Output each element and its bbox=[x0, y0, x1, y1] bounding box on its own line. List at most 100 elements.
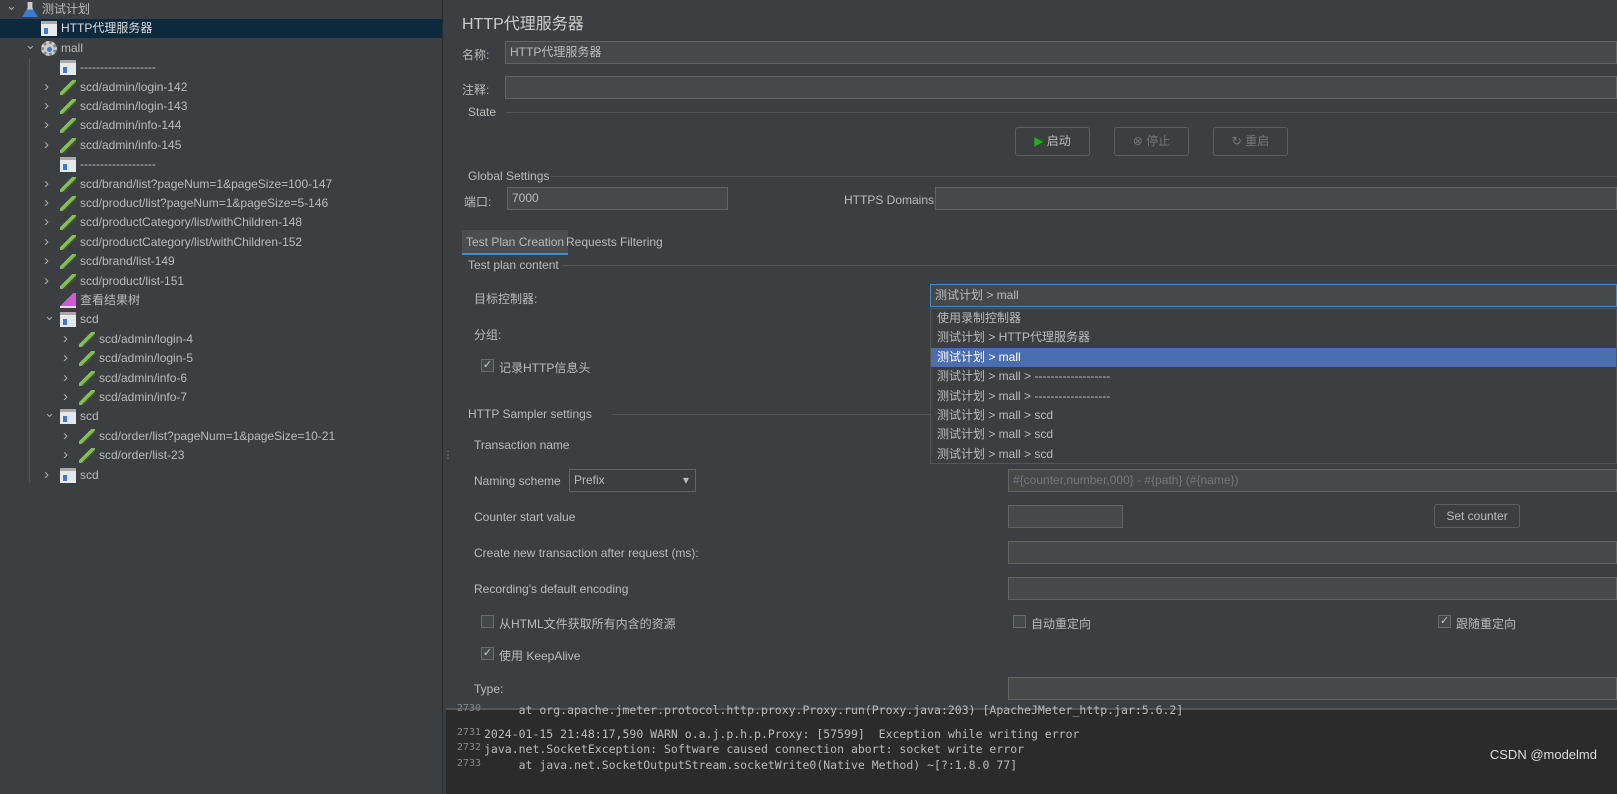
target-controller-dropdown[interactable]: 使用录制控制器 测试计划 > HTTP代理服务器 测试计划 > mall 测试计划 >… bbox=[930, 308, 1617, 464]
fetch-resources-label: 从HTML文件获取所有内含的资源 bbox=[499, 617, 676, 631]
tree-item[interactable]: › scd/admin/info-6 bbox=[0, 369, 442, 388]
tree-item[interactable]: › scd/brand/list?pageNum=1&pageSize=100-1… bbox=[0, 175, 442, 194]
new-transaction-label: Create new transaction after request (ms… bbox=[474, 546, 699, 560]
test-plan-tree[interactable]: ⌄ 测试计划 HTTP代理服务器 ⌄ mall ------------------- › s… bbox=[0, 0, 442, 794]
chevron-right-icon[interactable]: › bbox=[44, 174, 54, 193]
port-input[interactable]: 7000 bbox=[507, 187, 728, 210]
dropdown-option[interactable]: 使用录制控制器 bbox=[931, 309, 1616, 328]
tree-item[interactable]: HTTP代理服务器 bbox=[0, 19, 442, 39]
chevron-right-icon[interactable]: › bbox=[44, 77, 54, 96]
tree-item-label: scd bbox=[80, 312, 99, 327]
type-input[interactable] bbox=[1008, 677, 1617, 700]
stop-button[interactable]: ⊗ 停止 bbox=[1114, 127, 1189, 156]
comment-input[interactable] bbox=[505, 76, 1617, 99]
chevron-right-icon[interactable]: › bbox=[63, 368, 73, 387]
tree-item[interactable]: 查看结果树 bbox=[0, 291, 442, 310]
record-headers-checkbox[interactable]: ✓ bbox=[481, 359, 494, 372]
tree-item[interactable]: › scd/admin/login-143 bbox=[0, 97, 442, 116]
auto-redirect-checkbox[interactable] bbox=[1013, 615, 1026, 628]
tree-item-label: scd/admin/login-5 bbox=[99, 351, 194, 366]
tree-item[interactable]: › scd/order/list-23 bbox=[0, 446, 442, 465]
pipette-icon bbox=[60, 254, 76, 270]
flask-icon bbox=[22, 2, 38, 17]
tree-item[interactable]: › scd/admin/login-142 bbox=[0, 78, 442, 97]
tree-item-label: scd/product/list-151 bbox=[80, 273, 185, 288]
dropdown-option[interactable]: 测试计划 > mall > scd bbox=[931, 406, 1616, 425]
naming-scheme-select[interactable]: Prefix ▾ bbox=[569, 469, 696, 492]
dropdown-option[interactable]: 测试计划 > mall > scd bbox=[931, 425, 1616, 444]
tree-item[interactable]: › scd/order/list?pageNum=1&pageSize=10-21 bbox=[0, 427, 442, 446]
set-counter-button[interactable]: Set counter bbox=[1434, 504, 1520, 528]
log-line: 2024-01-15 21:48:17,590 WARN o.a.j.p.h.p… bbox=[484, 726, 1080, 741]
chevron-right-icon[interactable]: › bbox=[63, 445, 73, 464]
encoding-input[interactable] bbox=[1008, 577, 1617, 600]
chevron-right-icon[interactable]: › bbox=[63, 387, 73, 406]
chevron-down-icon[interactable]: ⌄ bbox=[44, 403, 55, 422]
tree-item-label: scd/admin/info-145 bbox=[80, 137, 182, 152]
tree-item[interactable]: › scd/admin/login-4 bbox=[0, 330, 442, 349]
pipette-icon bbox=[60, 273, 76, 289]
tree-item-label: mall bbox=[61, 40, 84, 55]
chevron-down-icon[interactable]: ⌄ bbox=[25, 35, 36, 54]
dropdown-option[interactable]: 测试计划 > mall > ------------------- bbox=[931, 387, 1616, 406]
tree-item[interactable]: › scd/admin/info-145 bbox=[0, 136, 442, 155]
chevron-right-icon[interactable]: › bbox=[44, 465, 54, 484]
controller-icon bbox=[60, 60, 76, 76]
log-panel[interactable]: 2730 at org.apache.jmeter.protocol.http.… bbox=[446, 703, 1617, 794]
fetch-resources-checkbox[interactable] bbox=[481, 615, 494, 628]
pipette-icon bbox=[60, 176, 76, 192]
tree-item[interactable]: ⌄ mall bbox=[0, 37, 442, 58]
keepalive-checkbox[interactable]: ✓ bbox=[481, 647, 494, 660]
tree-item[interactable]: › scd/product/list?pageNum=1&pageSize=5-1… bbox=[0, 194, 442, 213]
controller-icon bbox=[60, 157, 76, 173]
restart-button[interactable]: ↻ 重启 bbox=[1213, 127, 1288, 156]
follow-redirect-checkbox[interactable]: ✓ bbox=[1438, 615, 1451, 628]
dropdown-option[interactable]: 测试计划 > HTTP代理服务器 bbox=[931, 328, 1616, 347]
https-domains-label: HTTPS Domains: bbox=[844, 193, 938, 207]
pipette-icon bbox=[79, 370, 95, 386]
chevron-right-icon[interactable]: › bbox=[44, 212, 54, 231]
tree-item[interactable]: ------------------- bbox=[0, 58, 442, 77]
tree-item[interactable]: › scd bbox=[0, 466, 442, 485]
tree-item[interactable]: › scd/admin/info-144 bbox=[0, 116, 442, 135]
chevron-right-icon[interactable]: › bbox=[44, 193, 54, 212]
tab-test-plan-creation[interactable]: Test Plan Creation bbox=[462, 230, 569, 255]
chevron-right-icon[interactable]: › bbox=[63, 426, 73, 445]
tree-item[interactable]: › scd/product/list-151 bbox=[0, 272, 442, 291]
tree-item[interactable]: › scd/brand/list-149 bbox=[0, 252, 442, 271]
https-domains-input[interactable] bbox=[935, 187, 1617, 210]
chevron-right-icon[interactable]: › bbox=[44, 251, 54, 270]
tree-item-label: scd/productCategory/list/withChildren-15… bbox=[80, 234, 303, 249]
counter-start-input[interactable] bbox=[1008, 505, 1123, 528]
keepalive-label: 使用 KeepAlive bbox=[499, 649, 581, 663]
dropdown-option[interactable]: 测试计划 > mall > ------------------- bbox=[931, 367, 1616, 386]
naming-format-input[interactable]: #{counter,number,000} - #{path} (#{name}… bbox=[1008, 469, 1617, 492]
tab-requests-filtering[interactable]: Requests Filtering bbox=[566, 230, 663, 255]
tree-item[interactable]: ⌄ 测试计划 bbox=[0, 0, 442, 19]
new-transaction-input[interactable] bbox=[1008, 541, 1617, 564]
name-input[interactable]: HTTP代理服务器 bbox=[505, 41, 1617, 64]
target-controller-select[interactable]: 测试计划 > mall bbox=[930, 284, 1617, 307]
global-settings-label: Global Settings bbox=[468, 169, 550, 183]
record-headers-label: 记录HTTP信息头 bbox=[499, 361, 591, 375]
chevron-down-icon[interactable]: ⌄ bbox=[44, 306, 55, 325]
tree-item[interactable]: › scd/admin/info-7 bbox=[0, 388, 442, 407]
chevron-down-icon[interactable]: ⌄ bbox=[6, 0, 17, 15]
chevron-right-icon[interactable]: › bbox=[63, 348, 73, 367]
tree-item[interactable]: ⌄ scd bbox=[0, 405, 442, 426]
chevron-right-icon[interactable]: › bbox=[44, 232, 54, 251]
tree-item[interactable]: › scd/productCategory/list/withChildren-1… bbox=[0, 213, 442, 232]
chevron-right-icon[interactable]: › bbox=[44, 135, 54, 154]
chevron-right-icon[interactable]: › bbox=[44, 115, 54, 134]
tree-item[interactable]: › scd/productCategory/list/withChildren-1… bbox=[0, 233, 442, 252]
chevron-right-icon[interactable]: › bbox=[44, 271, 54, 290]
dropdown-option[interactable]: 测试计划 > mall > scd bbox=[931, 445, 1616, 464]
tree-item-label: 查看结果树 bbox=[80, 293, 141, 307]
tree-item[interactable]: ⌄ scd bbox=[0, 308, 442, 329]
tree-item[interactable]: ------------------- bbox=[0, 155, 442, 174]
chevron-right-icon[interactable]: › bbox=[44, 96, 54, 115]
start-button[interactable]: ▶ 启动 bbox=[1015, 127, 1090, 156]
tree-item[interactable]: › scd/admin/login-5 bbox=[0, 349, 442, 368]
dropdown-option[interactable]: 测试计划 > mall bbox=[931, 347, 1616, 368]
chevron-right-icon[interactable]: › bbox=[63, 329, 73, 348]
